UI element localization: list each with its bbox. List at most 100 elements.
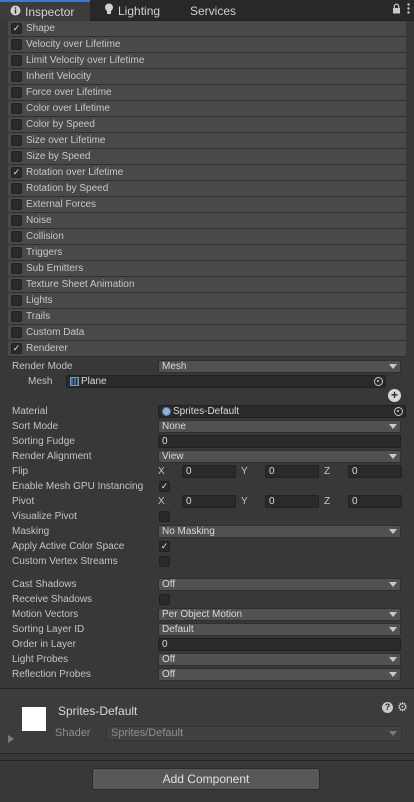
module-enable-checkbox[interactable] (11, 103, 22, 114)
pivot-x-label: X (158, 496, 165, 507)
tab-lighting[interactable]: Lighting (104, 0, 160, 21)
tab-inspector[interactable]: Inspector (0, 0, 90, 21)
module-header[interactable]: ✓ Rotation over Lifetime (8, 165, 406, 181)
cast-shadows-dropdown[interactable]: Off (158, 578, 401, 591)
add-mesh-plus-icon[interactable]: + (388, 389, 401, 402)
module-enable-checkbox[interactable] (11, 231, 22, 242)
chevron-down-icon (389, 657, 397, 662)
add-component-button[interactable]: Add Component (92, 768, 320, 790)
flip-x-field[interactable]: 0 (182, 465, 236, 478)
shader-dropdown[interactable]: Sprites/Default (106, 726, 402, 741)
module-enable-checkbox[interactable]: ✓ (11, 167, 22, 178)
reflection-probes-dropdown[interactable]: Off (158, 668, 401, 681)
module-header[interactable]: Sub Emitters (8, 261, 406, 277)
tab-label: Lighting (118, 3, 161, 18)
info-icon (10, 5, 21, 19)
help-icon[interactable]: ? (382, 702, 393, 713)
sorting-layer-value: Default (162, 624, 194, 635)
mesh-row: Mesh Plane (8, 374, 406, 389)
module-enable-checkbox[interactable] (11, 279, 22, 290)
render-mode-dropdown[interactable]: Mesh (158, 360, 401, 373)
flip-y-field[interactable]: 0 (265, 465, 319, 478)
module-enable-checkbox[interactable] (11, 311, 22, 322)
module-header[interactable]: External Forces (8, 197, 406, 213)
module-enable-checkbox[interactable]: ✓ (11, 23, 22, 34)
pivot-y-field[interactable]: 0 (265, 495, 319, 508)
mesh-object-field[interactable]: Plane (66, 375, 386, 388)
receive-shadows-checkbox[interactable] (159, 594, 170, 605)
module-enable-checkbox[interactable] (11, 151, 22, 162)
module-header[interactable]: Limit Velocity over Lifetime (8, 53, 406, 69)
sort-mode-dropdown[interactable]: None (158, 420, 401, 433)
module-enable-checkbox[interactable] (11, 135, 22, 146)
flip-z-label: Z (324, 466, 331, 477)
module-header[interactable]: ✓ Shape (8, 21, 406, 37)
module-enable-checkbox[interactable] (11, 295, 22, 306)
masking-dropdown[interactable]: No Masking (158, 525, 401, 538)
render-alignment-dropdown[interactable]: View (158, 450, 401, 463)
visualize-pivot-checkbox[interactable] (159, 511, 170, 522)
module-enable-checkbox[interactable] (11, 327, 22, 338)
material-panel-icons: ? ⚙ (382, 701, 408, 713)
module-enable-checkbox[interactable] (11, 215, 22, 226)
module-enable-checkbox[interactable] (11, 263, 22, 274)
cast-shadows-label: Cast Shadows (12, 579, 77, 590)
lock-icon[interactable] (392, 3, 401, 17)
foldout-arrow-icon[interactable] (8, 735, 14, 743)
module-header[interactable]: Lights (8, 293, 406, 309)
object-picker-icon[interactable] (374, 377, 383, 386)
gpu-instancing-checkbox[interactable]: ✓ (159, 481, 170, 492)
module-enable-checkbox[interactable] (11, 39, 22, 50)
module-header[interactable]: Trails (8, 309, 406, 325)
tab-services[interactable]: Services (190, 0, 236, 21)
module-enable-checkbox[interactable] (11, 183, 22, 194)
apply-color-space-checkbox[interactable]: ✓ (159, 541, 170, 552)
sorting-layer-label: Sorting Layer ID (12, 624, 85, 635)
sorting-fudge-field[interactable]: 0 (158, 435, 401, 448)
module-header[interactable]: ✓ Renderer (8, 341, 406, 357)
module-header[interactable]: Rotation by Speed (8, 181, 406, 197)
module-header[interactable]: Noise (8, 213, 406, 229)
module-enable-checkbox[interactable] (11, 71, 22, 82)
pivot-z-field[interactable]: 0 (348, 495, 402, 508)
module-enable-checkbox[interactable]: ✓ (11, 343, 22, 354)
motion-vectors-row: Motion Vectors Per Object Motion (8, 607, 406, 622)
sorting-layer-dropdown[interactable]: Default (158, 623, 401, 636)
order-in-layer-field[interactable]: 0 (158, 638, 401, 651)
module-header[interactable]: Velocity over Lifetime (8, 37, 406, 53)
render-mode-value: Mesh (162, 361, 187, 372)
module-header[interactable]: Inherit Velocity (8, 69, 406, 85)
object-picker-icon[interactable] (394, 407, 403, 416)
module-enable-checkbox[interactable] (11, 87, 22, 98)
flip-z-field[interactable]: 0 (348, 465, 402, 478)
module-header[interactable]: Color over Lifetime (8, 101, 406, 117)
pivot-x-field[interactable]: 0 (182, 495, 236, 508)
module-header[interactable]: Force over Lifetime (8, 85, 406, 101)
visualize-pivot-row: Visualize Pivot (8, 509, 406, 524)
module-enable-checkbox[interactable] (11, 55, 22, 66)
mesh-value: Plane (81, 376, 107, 387)
module-enable-checkbox[interactable] (11, 119, 22, 130)
chevron-down-icon (389, 529, 397, 534)
visualize-pivot-label: Visualize Pivot (12, 511, 77, 522)
module-header[interactable]: Custom Data (8, 325, 406, 341)
motion-vectors-dropdown[interactable]: Per Object Motion (158, 608, 401, 621)
module-header[interactable]: Size by Speed (8, 149, 406, 165)
module-header[interactable]: Size over Lifetime (8, 133, 406, 149)
module-header[interactable]: Color by Speed (8, 117, 406, 133)
module-enable-checkbox[interactable] (11, 199, 22, 210)
module-header[interactable]: Triggers (8, 245, 406, 261)
reflection-probes-row: Reflection Probes Off (8, 667, 406, 682)
module-header[interactable]: Collision (8, 229, 406, 245)
module-label: Size by Speed (26, 151, 91, 162)
pivot-label: Pivot (12, 496, 35, 507)
module-label: Color over Lifetime (26, 103, 110, 114)
light-probes-dropdown[interactable]: Off (158, 653, 401, 666)
custom-vertex-streams-checkbox[interactable] (159, 556, 170, 567)
module-header[interactable]: Texture Sheet Animation (8, 277, 406, 293)
material-object-field[interactable]: Sprites-Default (158, 405, 406, 418)
module-enable-checkbox[interactable] (11, 247, 22, 258)
gear-icon[interactable]: ⚙ (397, 701, 408, 713)
kebab-menu-icon[interactable] (407, 3, 410, 17)
custom-vertex-streams-row: Custom Vertex Streams (8, 554, 406, 569)
